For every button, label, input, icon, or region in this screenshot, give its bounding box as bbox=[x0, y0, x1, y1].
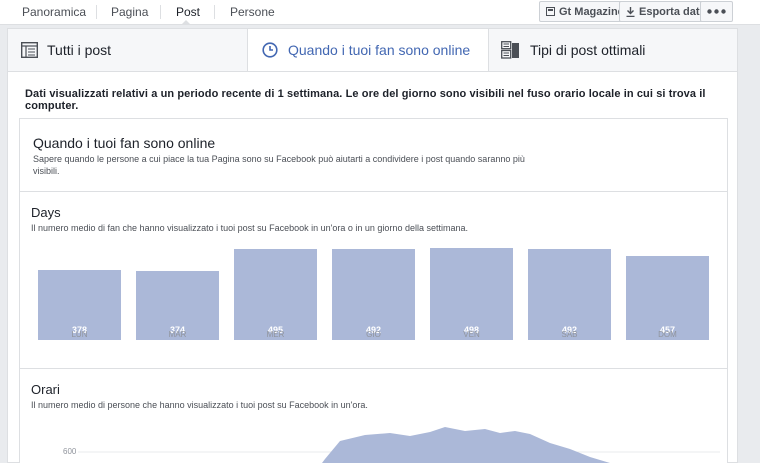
export-data-label: Esporta dati bbox=[639, 5, 703, 18]
tab-pagina[interactable]: Pagina bbox=[111, 5, 148, 19]
day-axis-label: GIO bbox=[366, 330, 381, 339]
export-data-button[interactable]: Esporta dati bbox=[619, 1, 710, 22]
more-dots-icon bbox=[707, 9, 726, 14]
main-panel: Dati visualizzati relativi a un periodo … bbox=[7, 72, 738, 463]
day-bar-sab[interactable]: 492 bbox=[528, 249, 611, 340]
card-description: Sapere quando le persone a cui piace la … bbox=[33, 154, 525, 176]
day-axis-label: MER bbox=[266, 330, 285, 339]
top-nav: Panoramica Pagina Post Persone Gt Magazi… bbox=[0, 0, 760, 25]
tab-persone[interactable]: Persone bbox=[230, 5, 275, 19]
more-options-button[interactable] bbox=[700, 1, 733, 22]
subtab-label: Quando i tuoi fan sono online bbox=[288, 42, 471, 58]
tab-separator bbox=[214, 5, 215, 19]
day-bar-gio[interactable]: 492 bbox=[332, 249, 415, 340]
day-axis-label: LUN bbox=[71, 330, 88, 339]
post-types-icon bbox=[501, 41, 519, 59]
days-title: Days bbox=[31, 205, 61, 220]
day-axis-label: VEN bbox=[463, 330, 480, 339]
gt-magazine-button[interactable]: Gt Magazine bbox=[539, 1, 631, 22]
fans-online-card: Quando i tuoi fan sono online Sapere qua… bbox=[19, 118, 728, 463]
active-tab-caret bbox=[181, 20, 191, 25]
hours-area-series bbox=[322, 427, 610, 463]
days-description: Il numero medio di fan che hanno visuali… bbox=[31, 223, 468, 233]
subtab-label: Tipi di post ottimali bbox=[530, 42, 646, 58]
card-header: Quando i tuoi fan sono online Sapere qua… bbox=[20, 119, 727, 192]
list-icon bbox=[21, 42, 38, 58]
subtab-post-types[interactable]: Tipi di post ottimali bbox=[489, 29, 737, 71]
section-divider bbox=[20, 368, 727, 369]
days-bar-chart: 378 374 495 492 498 492 457 bbox=[38, 248, 718, 340]
hours-title: Orari bbox=[31, 382, 60, 397]
day-axis-label: SAB bbox=[561, 330, 578, 339]
gt-magazine-label: Gt Magazine bbox=[559, 5, 624, 18]
hours-area-chart: 600 bbox=[63, 427, 720, 463]
day-axis-label: DOM bbox=[658, 330, 677, 339]
subtab-fans-online[interactable]: Quando i tuoi fan sono online bbox=[248, 29, 489, 71]
page-icon bbox=[546, 7, 555, 16]
hours-description: Il numero medio di persone che hanno vis… bbox=[31, 400, 368, 410]
data-period-notice: Dati visualizzati relativi a un periodo … bbox=[25, 88, 706, 112]
day-bar-mer[interactable]: 495 bbox=[234, 249, 317, 340]
day-axis-label: MAR bbox=[168, 330, 187, 339]
clock-icon bbox=[262, 42, 278, 58]
tab-post[interactable]: Post bbox=[176, 5, 200, 19]
hours-y-tick-label: 600 bbox=[63, 447, 77, 456]
card-title: Quando i tuoi fan sono online bbox=[33, 135, 216, 151]
tab-separator bbox=[96, 5, 97, 19]
subtab-all-posts[interactable]: Tutti i post bbox=[8, 29, 248, 71]
day-bar-dom[interactable]: 457 bbox=[626, 256, 709, 340]
subtab-label: Tutti i post bbox=[47, 42, 112, 58]
download-icon bbox=[626, 6, 635, 17]
day-bar-ven[interactable]: 498 bbox=[430, 248, 513, 340]
tab-separator bbox=[160, 5, 161, 19]
tab-panoramica[interactable]: Panoramica bbox=[22, 5, 86, 19]
insights-subtabs: Tutti i post Quando i tuoi fan sono onli… bbox=[7, 28, 738, 72]
